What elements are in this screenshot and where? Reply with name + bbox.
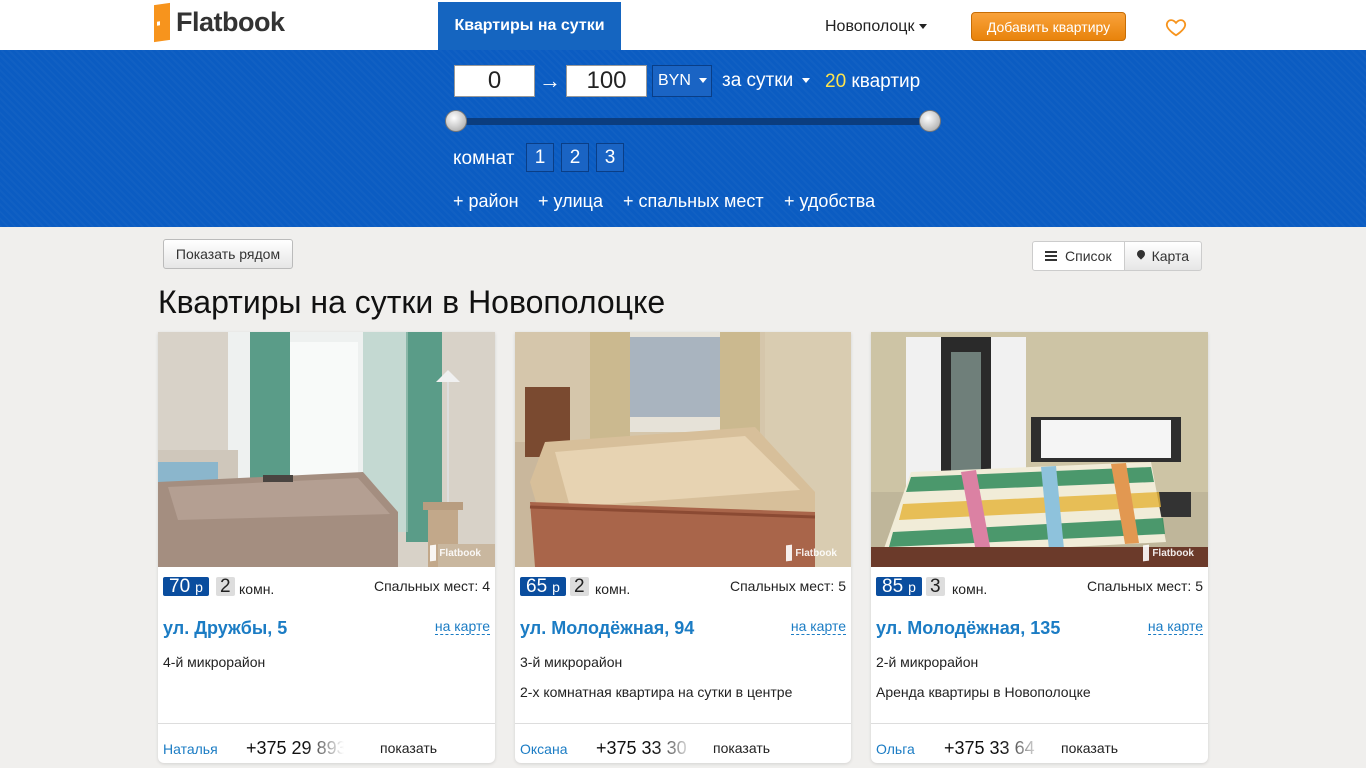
caret-down-icon [802, 78, 811, 84]
price-slider-min-handle[interactable] [445, 110, 467, 132]
beds-count: Спальных мест: 4 [373, 578, 490, 594]
listing-district: 2-й микрорайон [876, 654, 979, 670]
listing-description: Аренда квартиры в Новополоцке [876, 684, 1091, 700]
card-divider [515, 723, 851, 724]
period-label: за сутки [722, 70, 794, 91]
map-pin-icon [1137, 250, 1145, 262]
price-value: 70 [169, 575, 191, 597]
caret-down-icon [698, 78, 707, 84]
price-from-input[interactable]: 0 [454, 65, 535, 97]
rooms-count: 2 [570, 577, 589, 596]
listing-photo[interactable]: Flatbook [158, 332, 495, 567]
phone-number: +375 33 64 [944, 738, 1035, 758]
top-bar: Flatbook Квартиры на сутки Новополоцк До… [0, 0, 1366, 50]
listing-address[interactable]: ул. Дружбы, 5 [163, 618, 287, 639]
listing-district: 4-й микрорайон [163, 654, 266, 670]
phone-number: +375 33 30 [596, 738, 687, 758]
filter-amenities-link[interactable]: + удобства [784, 191, 875, 212]
result-count: 20 квартир [825, 71, 920, 93]
price-unit: р [195, 578, 203, 595]
page-title: Квартиры на сутки в Новополоцке [158, 284, 666, 320]
add-apartment-button[interactable]: Добавить квартиру [971, 12, 1126, 41]
owner-name: Наталья [163, 741, 218, 757]
rooms-unit: комн. [952, 581, 988, 597]
currency-dropdown[interactable]: BYN [652, 65, 712, 97]
rooms-option-3[interactable]: 3 [596, 143, 624, 172]
heart-icon[interactable] [1165, 16, 1187, 38]
rooms-option-1[interactable]: 1 [526, 143, 554, 172]
listing-card[interactable]: Flatbook 65 р 2 комн. Спальных мест: 5 ул… [515, 332, 851, 763]
price-unit: р [552, 578, 560, 595]
logo[interactable]: Flatbook [154, 2, 285, 43]
flatbook-logo-icon [154, 2, 170, 43]
price-value: 65 [526, 575, 548, 597]
result-count-unit: квартир [851, 71, 921, 92]
on-map-link[interactable]: на карте [434, 618, 490, 635]
on-map-link[interactable]: на карте [790, 618, 846, 635]
beds-count: Спальных мест: 5 [729, 578, 846, 594]
rooms-unit: комн. [595, 581, 631, 597]
list-icon [1045, 251, 1057, 261]
rooms-option-2[interactable]: 2 [561, 143, 589, 172]
range-arrow: → [539, 68, 561, 93]
price-slider-max-handle[interactable] [919, 110, 941, 132]
listing-description: 2-х комнатная квартира на сутки в центре [520, 684, 793, 700]
listing-card[interactable]: Flatbook 70 р 2 комн. Спальных мест: 4 ул… [158, 332, 495, 763]
price-unit: р [908, 578, 916, 595]
filter-panel: 0 → 100 BYN за сутки 20 квартир комнат 1… [0, 50, 1366, 227]
price-slider-track[interactable] [456, 118, 930, 125]
currency-label: BYN [658, 72, 691, 89]
nav-tab-daily-rent[interactable]: Квартиры на сутки [438, 2, 621, 50]
beds-count: Спальных мест: 5 [1086, 578, 1203, 594]
photo-watermark: Flatbook [786, 545, 837, 561]
photo-watermark: Flatbook [430, 545, 481, 561]
map-view-button[interactable]: Карта [1124, 241, 1203, 271]
filter-district-link[interactable]: + район [453, 191, 519, 212]
listing-address[interactable]: ул. Молодёжная, 94 [520, 618, 694, 639]
result-count-number: 20 [825, 71, 847, 92]
price-badge: 70 р [163, 575, 209, 597]
listing-card[interactable]: Flatbook 85 р 3 комн. Спальных мест: 5 ул… [871, 332, 1208, 763]
view-toggle: Список Карта [1032, 241, 1203, 271]
photo-watermark: Flatbook [1143, 545, 1194, 561]
card-divider [158, 723, 495, 724]
filter-beds-link[interactable]: + спальных мест [623, 191, 764, 212]
show-phone-button[interactable]: показать [380, 740, 437, 756]
price-badge: 85 р [876, 575, 922, 597]
rooms-label: комнат [453, 148, 515, 169]
logo-text: Flatbook [176, 7, 285, 37]
card-divider [871, 723, 1208, 724]
filter-street-link[interactable]: + улица [538, 191, 603, 212]
price-badge: 65 р [520, 575, 566, 597]
rooms-unit: комн. [239, 581, 275, 597]
listing-address[interactable]: ул. Молодёжная, 135 [876, 618, 1060, 639]
rooms-count: 2 [216, 577, 235, 596]
listing-district: 3-й микрорайон [520, 654, 623, 670]
show-phone-button[interactable]: показать [1061, 740, 1118, 756]
period-dropdown[interactable]: за сутки [722, 70, 811, 92]
listing-photo[interactable]: Flatbook [515, 332, 851, 567]
city-dropdown[interactable]: Новополоцк [825, 18, 928, 36]
on-map-link[interactable]: на карте [1147, 618, 1203, 635]
owner-name: Ольга [876, 741, 915, 757]
city-label: Новополоцк [825, 18, 915, 35]
price-to-input[interactable]: 100 [566, 65, 647, 97]
show-nearby-button[interactable]: Показать рядом [163, 239, 293, 269]
price-value: 85 [882, 575, 904, 597]
caret-down-icon [919, 24, 928, 30]
rooms-count: 3 [926, 577, 945, 596]
show-phone-button[interactable]: показать [713, 740, 770, 756]
map-view-label: Карта [1151, 248, 1190, 264]
phone-number: +375 29 893 [246, 738, 344, 758]
owner-name: Оксана [520, 741, 568, 757]
listing-photo[interactable]: Flatbook [871, 332, 1208, 567]
list-view-button[interactable]: Список [1032, 241, 1125, 271]
list-view-label: Список [1065, 248, 1112, 264]
